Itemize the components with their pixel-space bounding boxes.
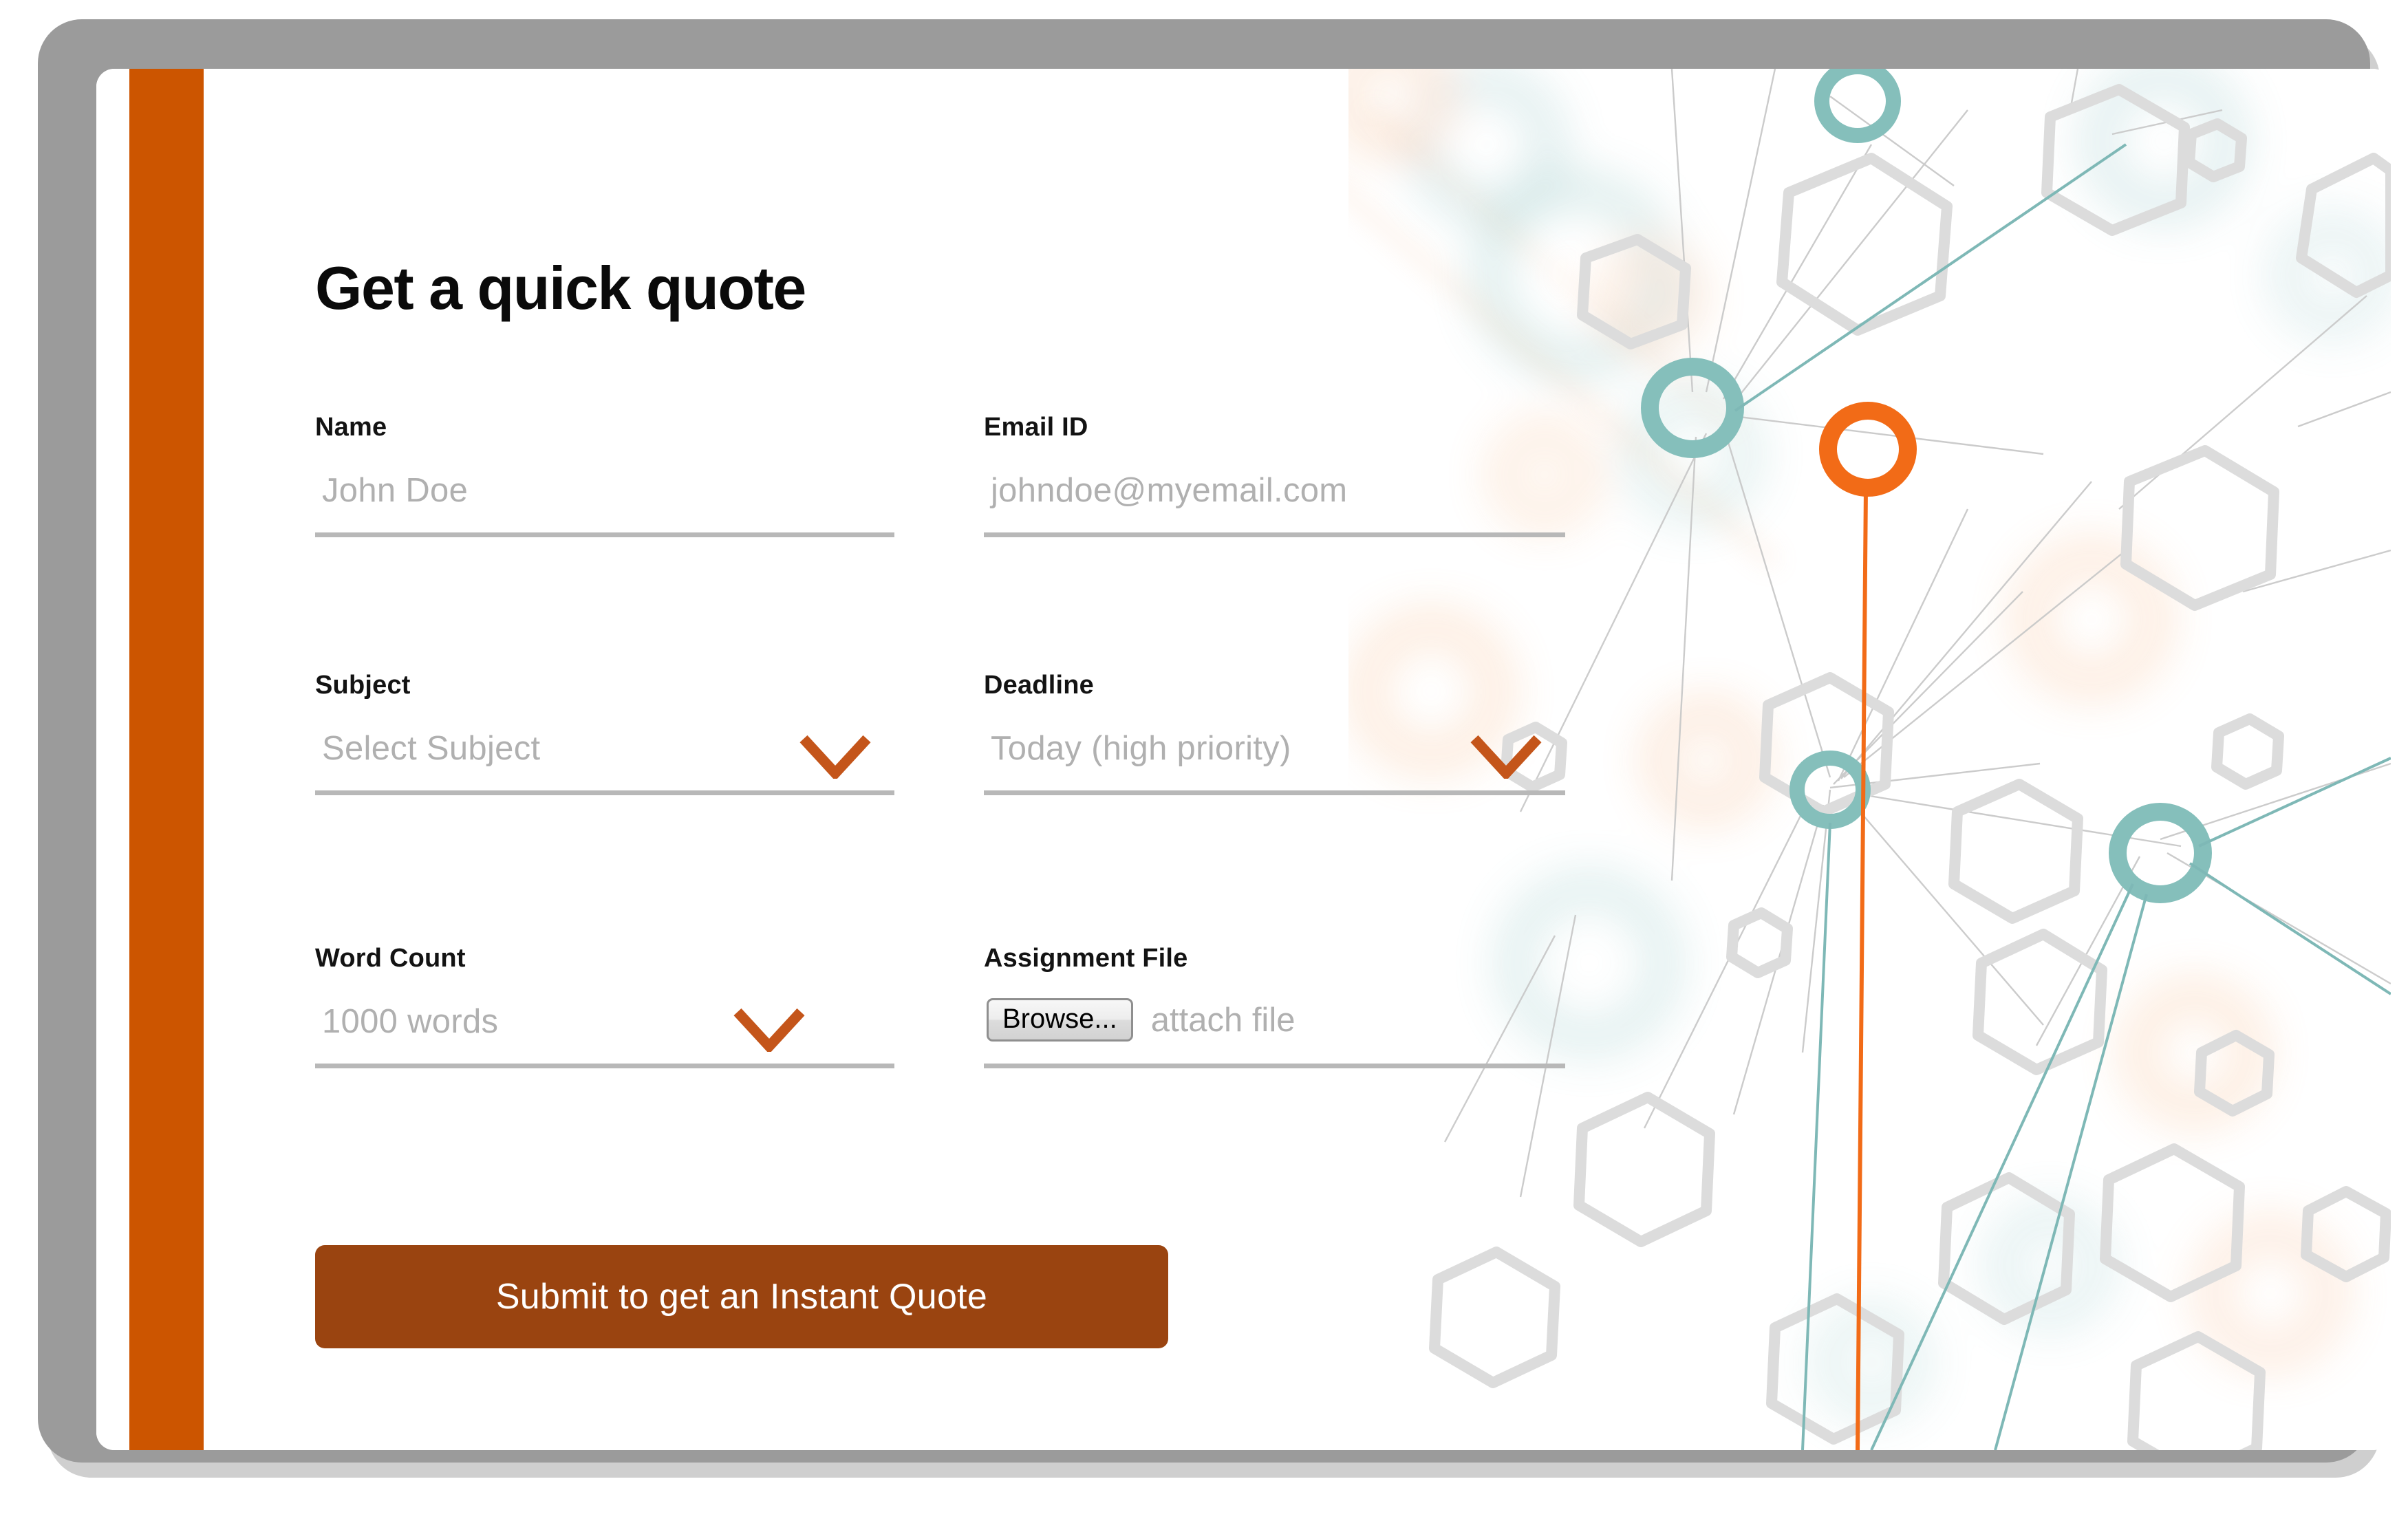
field-label-assignment-file: Assignment File [984,944,1188,973]
field-word-count: Word Count 1000 words [315,944,894,1068]
file-input-row: Browse... attach file [987,998,1295,1042]
name-input-placeholder: John Doe [322,472,469,509]
word-count-select-placeholder: 1000 words [322,1003,499,1040]
chevron-down-icon[interactable] [799,735,871,779]
subject-select[interactable]: Select Subject [315,721,894,795]
page-title: Get a quick quote [315,254,806,322]
chevron-down-icon[interactable] [1470,735,1542,779]
deadline-select-placeholder: Today (high priority) [991,730,1291,767]
email-input-placeholder: johndoe@myemail.com [991,472,1348,509]
assignment-file-input[interactable]: Browse... attach file [984,994,1565,1068]
field-email: Email ID johndoe@myemail.com [984,413,1565,537]
field-deadline: Deadline Today (high priority) [984,671,1565,795]
email-input[interactable]: johndoe@myemail.com [984,463,1565,537]
field-label-subject: Subject [315,671,411,700]
quote-form-card: Get a quick quote Name John Doe Email ID… [96,69,2391,1450]
deadline-select[interactable]: Today (high priority) [984,721,1565,795]
field-subject: Subject Select Subject [315,671,894,795]
field-name: Name John Doe [315,413,894,537]
word-count-select[interactable]: 1000 words [315,994,894,1068]
attached-file-name: attach file [1150,1001,1296,1039]
browse-button[interactable]: Browse... [987,998,1133,1042]
field-assignment-file: Assignment File Browse... attach file [984,944,1565,1068]
subject-select-placeholder: Select Subject [322,730,541,767]
field-label-word-count: Word Count [315,944,466,973]
quote-form: Get a quick quote Name John Doe Email ID… [96,69,1679,1450]
submit-button[interactable]: Submit to get an Instant Quote [315,1245,1168,1348]
device-screen: Get a quick quote Name John Doe Email ID… [96,69,2391,1450]
field-label-deadline: Deadline [984,671,1094,700]
name-input[interactable]: John Doe [315,463,894,537]
field-label-email: Email ID [984,413,1088,442]
chevron-down-icon[interactable] [733,1008,805,1052]
field-label-name: Name [315,413,387,442]
device-bezel: Get a quick quote Name John Doe Email ID… [38,19,2391,1463]
